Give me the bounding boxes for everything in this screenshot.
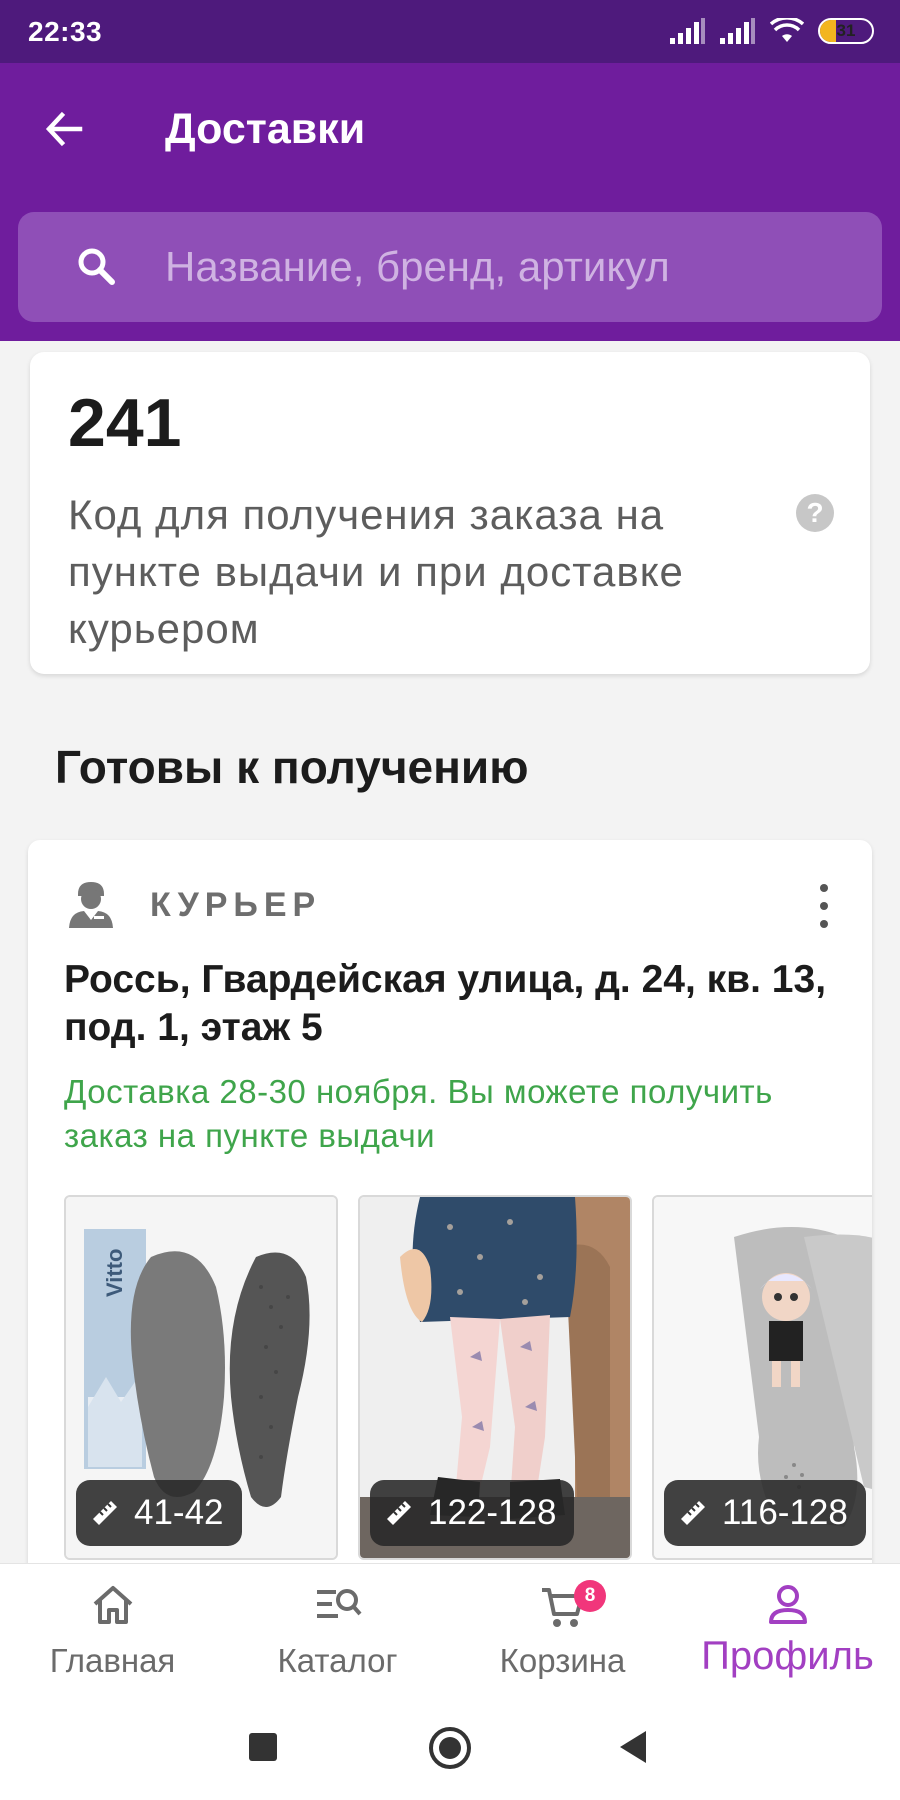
ruler-icon — [387, 1501, 411, 1525]
bottom-navigation: Главная Каталог 8 Корзина Профиль — [0, 1563, 900, 1693]
section-title: Готовы к получению — [55, 741, 529, 793]
pickup-code-description: Код для получения заказа на пункте выдач… — [68, 491, 684, 652]
delivery-address: Россь, Гвардейская улица, д. 24, кв. 13,… — [64, 958, 827, 1049]
nav-label: Каталог — [277, 1642, 398, 1679]
status-icons: 31 — [670, 14, 874, 48]
app-bar: Доставки Название, бренд, артикул — [0, 63, 900, 341]
svg-text:Vitto: Vitto — [102, 1249, 127, 1297]
status-bar: 22:33 31 — [0, 0, 900, 63]
nav-item-cart[interactable]: 8 Корзина — [470, 1564, 655, 1694]
delivery-card[interactable]: КУРЬЕР Россь, Гвардейская улица, д. 24, … — [28, 840, 872, 1580]
size-value: 41-42 — [134, 1493, 224, 1532]
search-placeholder: Название, бренд, артикул — [165, 243, 670, 290]
ruler-icon — [93, 1501, 117, 1525]
delivery-info: Доставка 28-30 ноября. Вы можете получит… — [64, 1073, 773, 1154]
home-button-icon[interactable] — [429, 1727, 471, 1769]
nav-item-catalog[interactable]: Каталог — [245, 1564, 430, 1694]
size-value: 116-128 — [722, 1493, 848, 1532]
catalog-icon — [316, 1589, 362, 1618]
help-icon[interactable]: ? — [796, 494, 834, 532]
size-badge: 41-42 — [76, 1480, 242, 1546]
product-item[interactable]: 122-128 — [358, 1195, 632, 1560]
cart-badge: 8 — [574, 1580, 606, 1612]
battery-level: 31 — [836, 21, 856, 40]
back-button[interactable] — [36, 101, 92, 157]
system-navigation — [0, 1693, 900, 1800]
more-options-icon[interactable] — [812, 884, 836, 928]
nav-item-profile[interactable]: Профиль — [690, 1564, 885, 1694]
signal-icon — [670, 18, 705, 44]
delivery-screen: 22:33 31 Доставки Название, бренд, артик… — [0, 0, 900, 1800]
nav-label: Корзина — [499, 1642, 626, 1679]
system-back-icon[interactable] — [620, 1731, 646, 1763]
product-list: Vitto 41-42 122-128 116-128 — [64, 1195, 872, 1565]
recent-apps-icon[interactable] — [249, 1733, 277, 1761]
home-icon — [93, 1586, 132, 1624]
pickup-code-card: 241 Код для получения заказа на пункте в… — [30, 352, 870, 674]
nav-label: Профиль — [701, 1634, 874, 1678]
status-time: 22:33 — [28, 16, 103, 47]
pickup-code: 241 — [68, 385, 182, 461]
wifi-icon — [770, 18, 804, 42]
search-input[interactable]: Название, бренд, артикул — [18, 212, 882, 322]
arrow-left-icon — [45, 111, 83, 147]
search-icon — [78, 248, 115, 285]
battery-icon: 31 — [818, 18, 874, 44]
delivery-type-label: КУРЬЕР — [150, 886, 322, 924]
nav-label: Главная — [49, 1642, 176, 1679]
courier-icon — [69, 882, 113, 928]
product-item[interactable]: Vitto 41-42 — [64, 1195, 338, 1560]
page-title: Доставки — [165, 105, 366, 153]
size-badge: 116-128 — [664, 1480, 866, 1546]
product-item[interactable]: 116-128 — [652, 1195, 872, 1560]
nav-item-home[interactable]: Главная — [20, 1564, 205, 1694]
profile-icon — [768, 1585, 807, 1624]
ruler-icon — [681, 1501, 705, 1525]
size-badge: 122-128 — [370, 1480, 575, 1546]
signal-icon — [720, 18, 755, 44]
size-value: 122-128 — [428, 1493, 557, 1532]
